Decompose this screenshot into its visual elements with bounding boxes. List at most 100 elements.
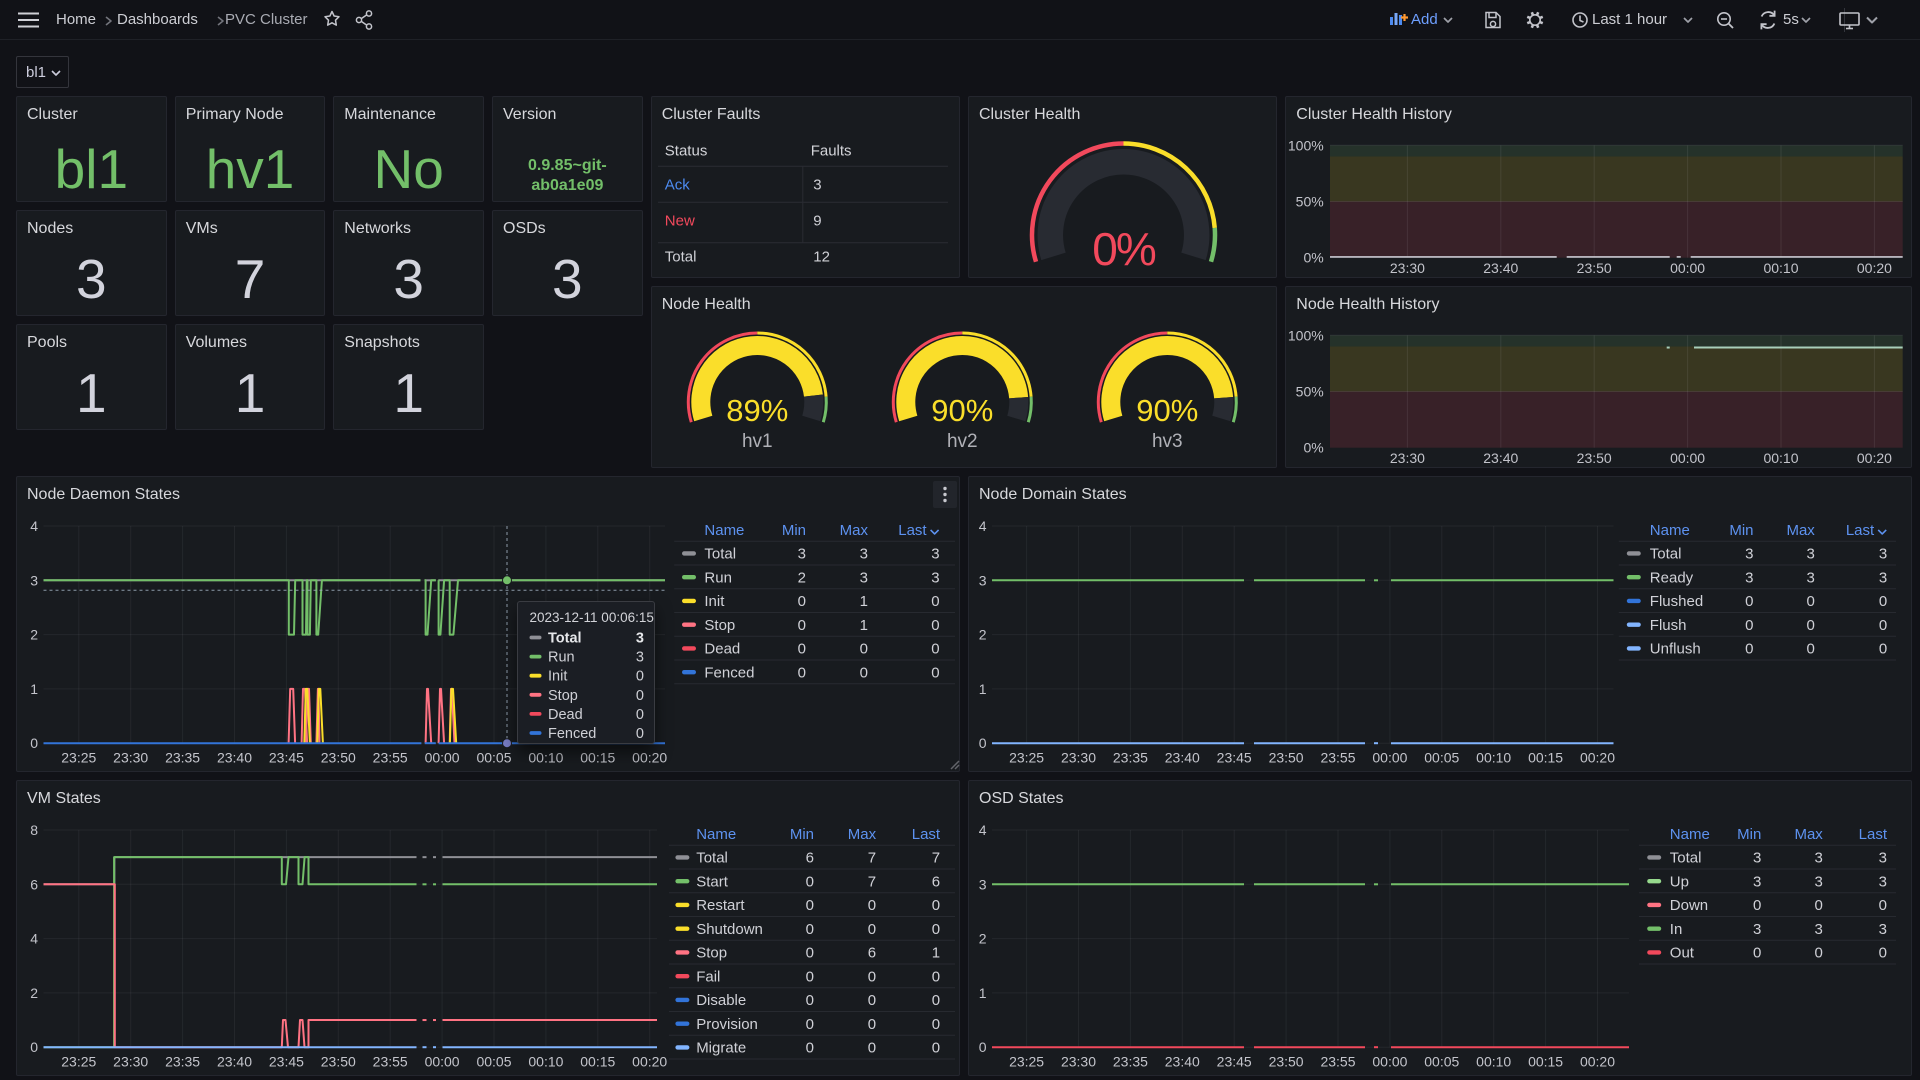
svg-text:00:20: 00:20 [1857, 450, 1892, 466]
svg-text:Name: Name [1670, 826, 1710, 843]
svg-text:Unflush: Unflush [1650, 641, 1701, 658]
svg-text:3: 3 [979, 876, 987, 892]
svg-text:Min: Min [1737, 826, 1761, 843]
svg-text:23:50: 23:50 [1577, 450, 1612, 466]
svg-text:0: 0 [868, 992, 876, 1009]
svg-text:23:45: 23:45 [1217, 1054, 1252, 1070]
svg-text:0: 0 [932, 992, 940, 1009]
svg-text:00:10: 00:10 [528, 1054, 563, 1070]
svg-text:3: 3 [1745, 546, 1753, 563]
svg-text:Restart: Restart [696, 897, 745, 914]
svg-text:0: 0 [1814, 945, 1822, 962]
svg-text:0: 0 [932, 969, 940, 986]
svg-text:7: 7 [932, 850, 940, 867]
svg-text:0: 0 [798, 593, 806, 610]
svg-text:0: 0 [635, 726, 643, 742]
svg-text:1: 1 [860, 617, 868, 634]
svg-text:Init: Init [704, 593, 725, 610]
svg-text:Shutdown: Shutdown [696, 921, 763, 938]
svg-text:Name: Name [696, 826, 736, 843]
svg-text:3: 3 [1806, 570, 1814, 587]
svg-text:0: 0 [1879, 593, 1887, 610]
svg-text:23:30: 23:30 [1390, 260, 1425, 276]
svg-text:2: 2 [979, 627, 987, 643]
svg-text:0: 0 [868, 897, 876, 914]
svg-text:0: 0 [1745, 593, 1753, 610]
svg-text:00:00: 00:00 [425, 750, 460, 766]
svg-text:Last: Last [898, 522, 927, 539]
svg-text:23:25: 23:25 [1009, 1054, 1044, 1070]
svg-text:3: 3 [1745, 570, 1753, 587]
svg-text:3: 3 [860, 570, 868, 587]
svg-text:3: 3 [860, 546, 868, 563]
svg-text:23:45: 23:45 [269, 1054, 304, 1070]
svg-text:0: 0 [806, 1016, 814, 1033]
svg-text:hv2: hv2 [947, 431, 978, 452]
svg-text:New: New [664, 213, 694, 230]
svg-text:6: 6 [932, 874, 940, 891]
svg-text:0: 0 [798, 641, 806, 658]
svg-text:23:30: 23:30 [1390, 450, 1425, 466]
svg-text:00:10: 00:10 [1476, 1054, 1511, 1070]
svg-text:0: 0 [1806, 617, 1814, 634]
svg-text:0: 0 [868, 1040, 876, 1057]
svg-text:Dead: Dead [704, 641, 740, 658]
svg-text:Total: Total [1650, 546, 1682, 563]
svg-text:00:10: 00:10 [1764, 450, 1799, 466]
svg-text:Ready: Ready [1650, 570, 1694, 587]
svg-text:23:40: 23:40 [217, 750, 252, 766]
svg-text:1: 1 [932, 945, 940, 962]
svg-text:Max: Max [1786, 522, 1815, 539]
svg-text:Total: Total [1670, 850, 1702, 867]
svg-text:0: 0 [798, 617, 806, 634]
svg-text:Stop: Stop [696, 945, 727, 962]
svg-text:Ack: Ack [664, 177, 690, 194]
svg-text:23:25: 23:25 [61, 750, 96, 766]
svg-text:0: 0 [798, 665, 806, 682]
svg-text:3: 3 [30, 572, 38, 588]
svg-text:23:40: 23:40 [1484, 260, 1519, 276]
svg-text:3: 3 [813, 177, 821, 194]
svg-text:3: 3 [1753, 874, 1761, 891]
svg-text:00:15: 00:15 [1528, 750, 1563, 766]
svg-text:23:55: 23:55 [373, 1054, 408, 1070]
svg-text:Run: Run [548, 649, 575, 665]
svg-text:23:40: 23:40 [217, 1054, 252, 1070]
svg-text:0: 0 [931, 641, 939, 658]
svg-text:3: 3 [1879, 546, 1887, 563]
svg-text:23:35: 23:35 [1113, 1054, 1148, 1070]
svg-text:23:30: 23:30 [113, 1054, 148, 1070]
svg-text:2: 2 [979, 931, 987, 947]
svg-text:23:55: 23:55 [1320, 750, 1355, 766]
svg-text:Total: Total [704, 546, 736, 563]
svg-text:1: 1 [979, 681, 987, 697]
svg-text:00:10: 00:10 [1764, 260, 1799, 276]
svg-text:0: 0 [806, 1040, 814, 1057]
svg-text:1: 1 [979, 985, 987, 1001]
svg-text:00:00: 00:00 [1372, 1054, 1407, 1070]
svg-text:3: 3 [1806, 546, 1814, 563]
svg-text:Faults: Faults [810, 143, 851, 160]
svg-text:Down: Down [1670, 897, 1708, 914]
svg-text:0%: 0% [1092, 223, 1156, 275]
svg-text:3: 3 [1879, 570, 1887, 587]
svg-text:50%: 50% [1296, 194, 1324, 210]
svg-text:23:35: 23:35 [1113, 750, 1148, 766]
svg-text:23:30: 23:30 [1061, 1054, 1096, 1070]
svg-text:Last: Last [1846, 522, 1875, 539]
svg-text:3: 3 [1879, 921, 1887, 938]
svg-text:Flushed: Flushed [1650, 593, 1703, 610]
svg-text:00:10: 00:10 [528, 750, 563, 766]
svg-text:2: 2 [798, 570, 806, 587]
svg-text:0: 0 [1806, 593, 1814, 610]
svg-text:23:40: 23:40 [1165, 1054, 1200, 1070]
svg-text:Stop: Stop [704, 617, 735, 634]
svg-text:0: 0 [931, 665, 939, 682]
svg-text:Run: Run [704, 570, 732, 587]
svg-text:00:20: 00:20 [632, 750, 667, 766]
svg-text:0: 0 [932, 1040, 940, 1057]
svg-text:23:30: 23:30 [1061, 750, 1096, 766]
svg-text:0: 0 [806, 945, 814, 962]
svg-text:Max: Max [840, 522, 869, 539]
svg-text:0: 0 [30, 1039, 38, 1055]
